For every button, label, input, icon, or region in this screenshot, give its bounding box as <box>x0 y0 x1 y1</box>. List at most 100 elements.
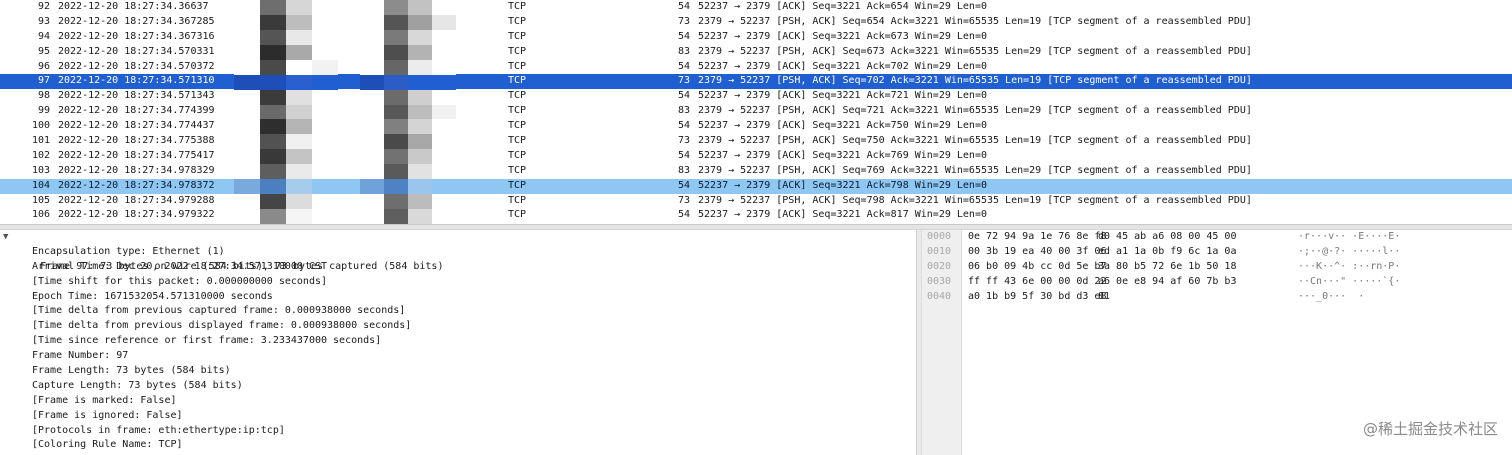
mosaic-cell <box>260 209 286 224</box>
hex-row[interactable]: 0010 00 3b 19 ea 40 00 3f 06 ed a1 1a 0b f… <box>922 245 1512 260</box>
packet-row[interactable]: 101 2022-12-20 18:27:34.775388 TCP 73 2379 →… <box>0 134 1512 149</box>
detail-line[interactable]: [Coloring Rule Name: TCP] <box>0 438 916 453</box>
mosaic-cell <box>312 44 338 60</box>
mosaic-cell <box>260 134 286 150</box>
hex-bytes-left: 0e 72 94 9a 1e 76 8e f8 <box>968 231 1107 242</box>
expand-triangle-icon[interactable]: ▼ <box>3 230 8 245</box>
packet-protocol: TCP <box>508 90 527 102</box>
packet-length: 54 <box>677 90 690 102</box>
packet-row[interactable]: 94 2022-12-20 18:27:34.367316 TCP 54 52237 →… <box>0 30 1512 45</box>
hex-bytes-right: a6 0e e8 94 af 60 7b b3 <box>1098 275 1237 287</box>
packet-info: 52237 → 2379 [ACK] Seq=3221 Ack=750 Win=… <box>698 120 987 132</box>
packet-number: 99 <box>37 105 50 117</box>
detail-line[interactable]: Capture Length: 73 bytes (584 bits) <box>0 379 916 394</box>
detail-line[interactable]: [Time since reference or first frame: 3.… <box>0 334 916 349</box>
packet-details-tree[interactable]: ▼ Frame 97: 73 bytes on wire (584 bits),… <box>0 230 916 455</box>
packet-protocol: TCP <box>508 149 527 161</box>
mosaic-cell <box>312 14 338 30</box>
mosaic-cell <box>384 0 408 15</box>
hex-bytes-right: d0 45 ab a6 08 00 45 00 <box>1098 231 1237 242</box>
packet-number: 100 <box>31 120 50 132</box>
packet-info: 52237 → 2379 [ACK] Seq=3221 Ack=798 Win=… <box>698 179 987 191</box>
detail-line[interactable]: Frame Number: 97 <box>0 349 916 364</box>
mosaic-cell <box>384 74 408 90</box>
hex-bytes-left: 00 3b 19 ea 40 00 3f 06 <box>968 245 1107 257</box>
mosaic-cell <box>260 104 286 120</box>
detail-line[interactable]: Frame Length: 73 bytes (584 bits) <box>0 364 916 379</box>
packet-row[interactable]: 100 2022-12-20 18:27:34.774437 TCP 54 52237 … <box>0 119 1512 134</box>
mosaic-cell <box>360 104 384 120</box>
packet-info: 52237 → 2379 [ACK] Seq=3221 Ack=769 Win=… <box>698 149 987 161</box>
packet-number: 105 <box>31 194 50 206</box>
packet-protocol: TCP <box>508 194 527 206</box>
packet-time: 2022-12-20 18:27:34.774399 <box>58 105 215 117</box>
packet-row[interactable]: 105 2022-12-20 18:27:34.979288 TCP 73 2379 →… <box>0 194 1512 209</box>
packet-protocol: TCP <box>508 45 527 57</box>
mosaic-cell <box>286 44 312 60</box>
packet-row[interactable]: 97 2022-12-20 18:27:34.571310 TCP 73 2379 → … <box>0 74 1512 90</box>
packet-length: 83 <box>677 105 690 117</box>
packet-rows: 92 2022-12-20 18:27:34.36637 TCP 54 52237 → … <box>0 0 1512 223</box>
packet-length: 73 <box>677 15 690 27</box>
detail-line[interactable]: [Protocols in frame: eth:ethertype:ip:tc… <box>0 424 916 439</box>
packet-row[interactable]: 104 2022-12-20 18:27:34.978372 TCP 54 52237 … <box>0 178 1512 194</box>
packet-number: 94 <box>37 30 50 42</box>
hex-row[interactable]: 0020 06 b0 09 4b cc 0d 5e b7 3a 80 b5 72 6… <box>922 260 1512 275</box>
detail-line[interactable]: [Frame is ignored: False] <box>0 409 916 424</box>
mosaic-cell <box>360 89 384 105</box>
packet-protocol: TCP <box>508 179 527 191</box>
hex-bytes-right: ed a1 1a 0b f9 6c 1a 0a <box>1098 245 1237 257</box>
mosaic-cell <box>384 29 408 45</box>
detail-line[interactable]: [Frame is marked: False] <box>0 394 916 409</box>
packet-info: 2379 → 52237 [PSH, ACK] Seq=702 Ack=3221… <box>698 75 1252 87</box>
detail-line[interactable]: [Time delta from previous captured frame… <box>0 304 916 319</box>
packet-number: 95 <box>37 45 50 57</box>
frame-summary-row[interactable]: ▼ Frame 97: 73 bytes on wire (584 bits),… <box>0 230 916 272</box>
hex-row[interactable]: 0030 ff ff 43 6e 00 00 0d 22 a6 0e e8 94 a… <box>922 275 1512 290</box>
mosaic-cell <box>432 14 456 30</box>
mosaic-cell <box>384 44 408 60</box>
mosaic-cell <box>234 29 260 45</box>
mosaic-cell <box>260 44 286 60</box>
detail-line[interactable]: [Time shift for this packet: 0.000000000… <box>0 275 916 290</box>
mosaic-cell <box>286 194 312 210</box>
hex-row[interactable]: 0040 a0 1b b9 5f 30 bd d3 e8 81 ···_0··· · <box>922 290 1512 305</box>
packet-protocol: TCP <box>508 15 527 27</box>
hex-ascii: ··Cn···" ·····`{· <box>1298 275 1401 287</box>
mosaic-cell <box>260 119 286 135</box>
packet-info: 52237 → 2379 [ACK] Seq=3221 Ack=702 Win=… <box>698 60 987 72</box>
mosaic-cell <box>432 89 456 105</box>
mosaic-cell <box>432 0 456 15</box>
hex-bytes-right: 81 <box>1098 290 1111 302</box>
mosaic-cell <box>286 164 312 180</box>
packet-row[interactable]: 96 2022-12-20 18:27:34.570372 TCP 54 52237 →… <box>0 60 1512 75</box>
detail-line[interactable]: [Time delta from previous displayed fram… <box>0 319 916 334</box>
packet-list[interactable]: 92 2022-12-20 18:27:34.36637 TCP 54 52237 → … <box>0 0 1512 224</box>
detail-line[interactable]: Encapsulation type: Ethernet (1) <box>0 245 916 260</box>
packet-row[interactable]: 106 2022-12-20 18:27:34.979322 TCP 54 52237 … <box>0 208 1512 223</box>
packet-row[interactable]: 92 2022-12-20 18:27:34.36637 TCP 54 52237 → … <box>0 0 1512 15</box>
detail-line[interactable]: Arrival Time: Dec 20, 2022 18:27:34.5713… <box>0 260 916 275</box>
packet-row[interactable]: 98 2022-12-20 18:27:34.571343 TCP 54 52237 →… <box>0 89 1512 104</box>
packet-protocol: TCP <box>508 120 527 132</box>
packet-row[interactable]: 99 2022-12-20 18:27:34.774399 TCP 83 2379 → … <box>0 104 1512 119</box>
mosaic-cell <box>312 179 338 195</box>
packet-info: 52237 → 2379 [ACK] Seq=3221 Ack=721 Win=… <box>698 90 987 102</box>
packet-row[interactable]: 93 2022-12-20 18:27:34.367285 TCP 73 2379 → … <box>0 15 1512 30</box>
frame-detail-lines: Encapsulation type: Ethernet (1) Arrival … <box>0 245 916 453</box>
packet-row[interactable]: 103 2022-12-20 18:27:34.978329 TCP 83 2379 →… <box>0 164 1512 179</box>
packet-length: 54 <box>677 1 690 12</box>
mosaic-cell <box>408 104 432 120</box>
packet-length: 54 <box>677 209 690 221</box>
mosaic-cell <box>234 59 260 75</box>
mosaic-cell <box>360 74 384 90</box>
detail-line[interactable]: Epoch Time: 1671532054.571310000 seconds <box>0 290 916 305</box>
mosaic-cell <box>432 209 456 224</box>
packet-length: 54 <box>677 120 690 132</box>
packet-row[interactable]: 102 2022-12-20 18:27:34.775417 TCP 54 52237 … <box>0 149 1512 164</box>
mosaic-cell <box>260 179 286 195</box>
mosaic-cell <box>286 104 312 120</box>
packet-row[interactable]: 95 2022-12-20 18:27:34.570331 TCP 83 2379 → … <box>0 45 1512 60</box>
mosaic-cell <box>384 89 408 105</box>
hex-row[interactable]: 0000 0e 72 94 9a 1e 76 8e f8 d0 45 ab a6 0… <box>922 230 1512 245</box>
